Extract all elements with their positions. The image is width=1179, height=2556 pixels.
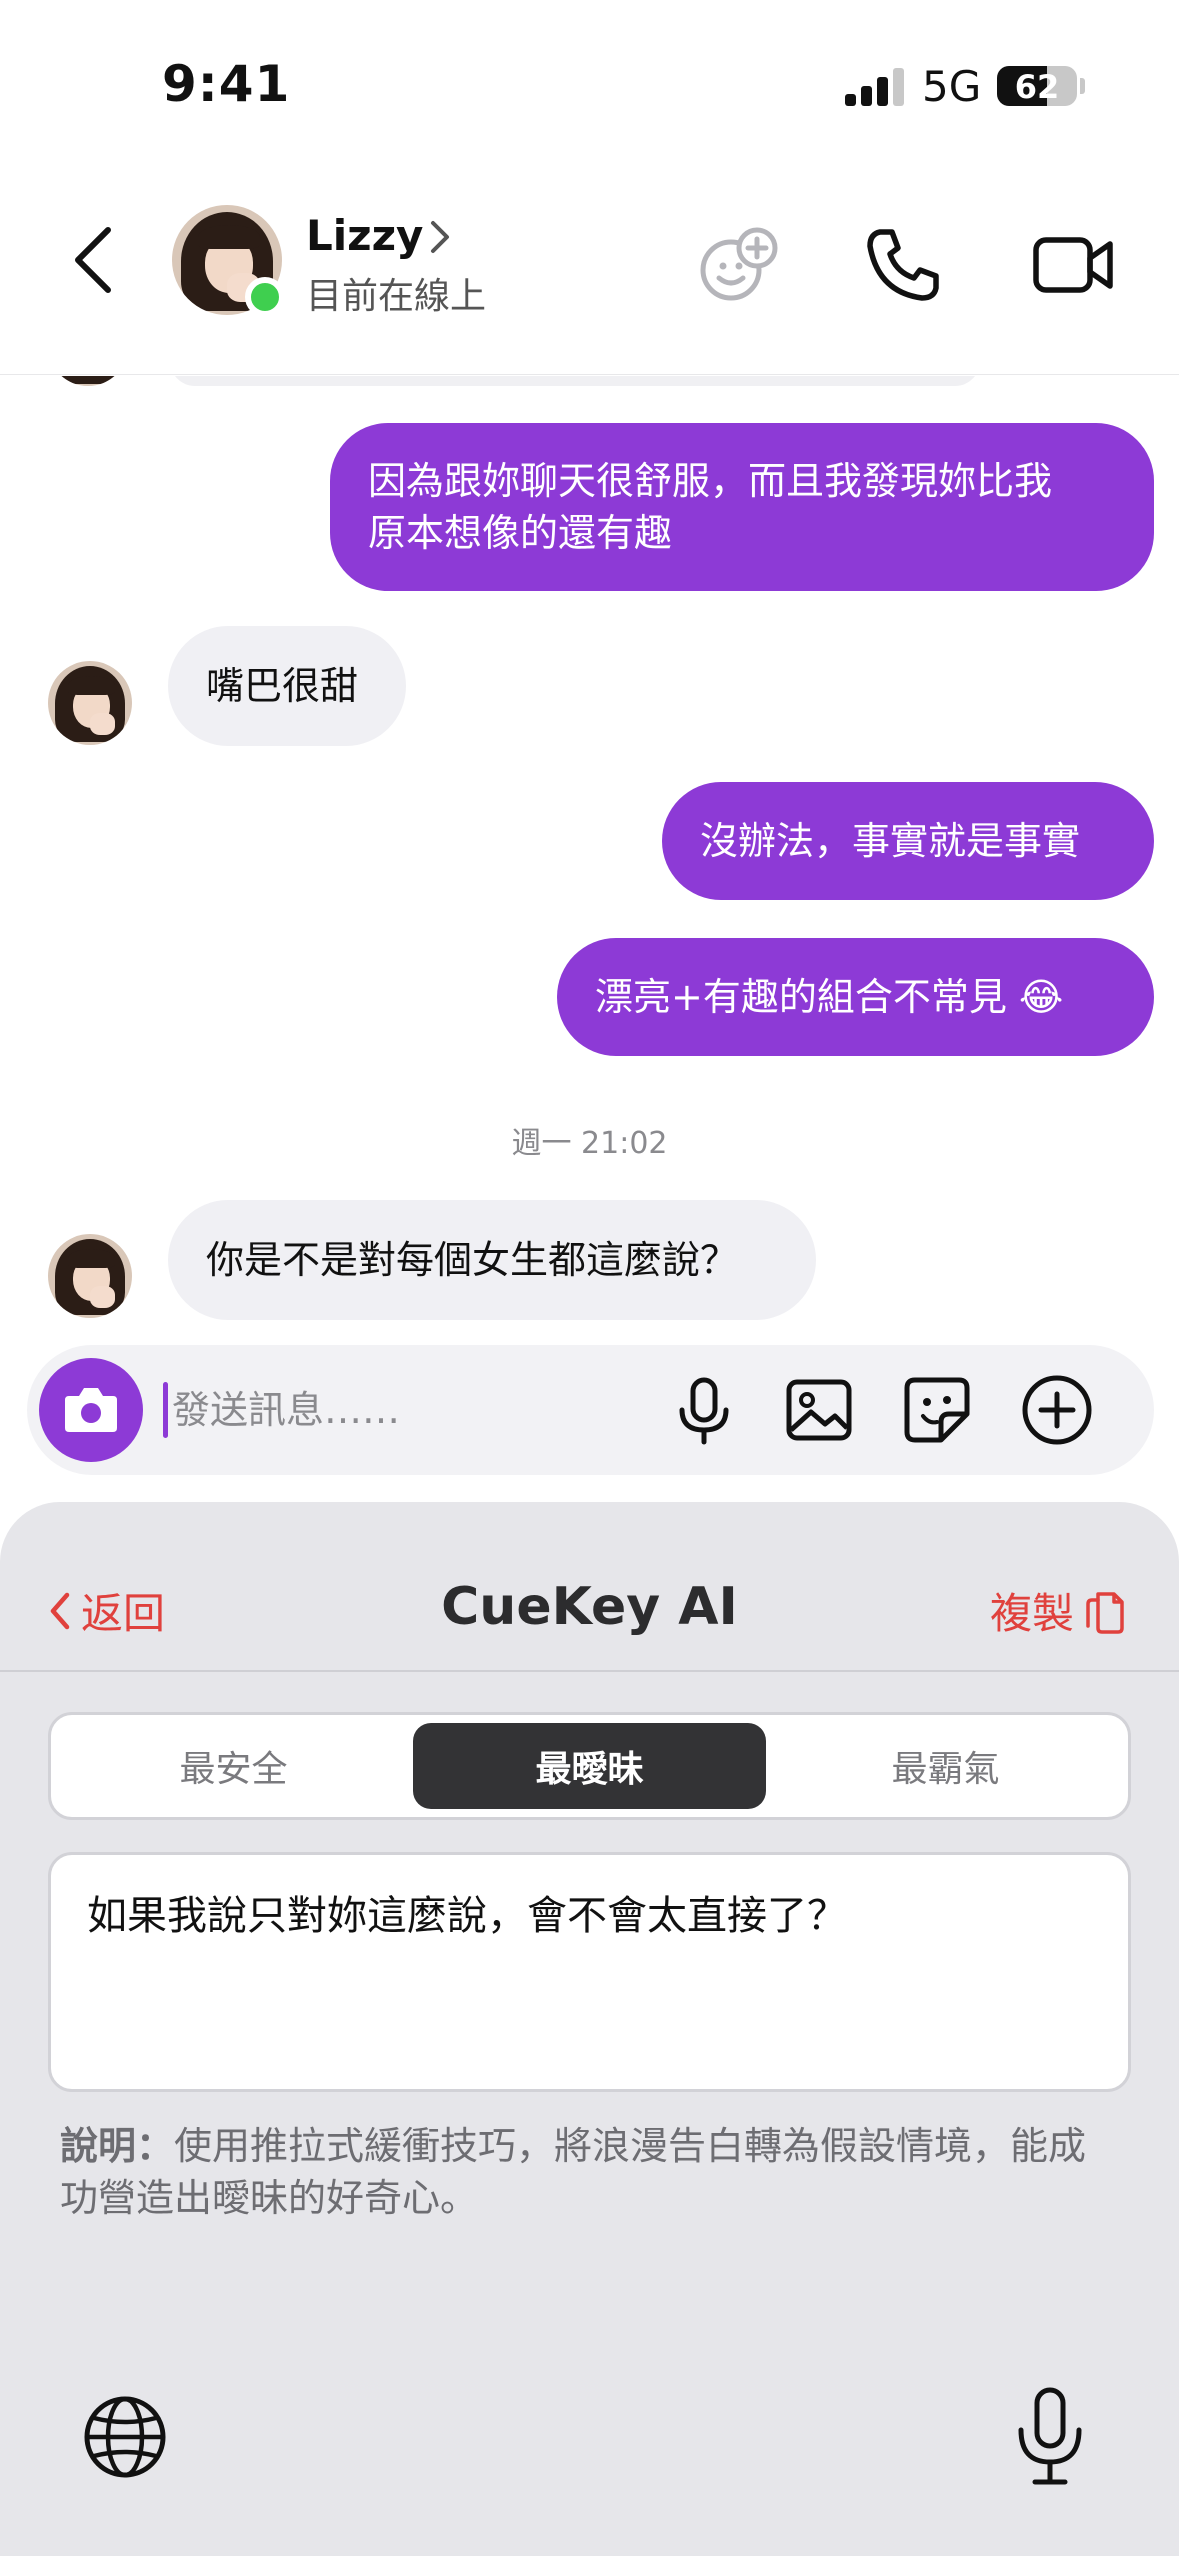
- sticker-icon[interactable]: [897, 1370, 977, 1450]
- status-time: 9:41: [162, 55, 291, 113]
- microphone-icon[interactable]: [664, 1370, 744, 1450]
- tab-flirtiest[interactable]: 最曖昧: [413, 1723, 766, 1809]
- cuekey-ai-panel: 返回 CueKey AI 複製 最安全 最曖昧 最霸氣 如果我說只對妳這麼說，會…: [0, 1502, 1179, 2556]
- partial-message-bubble: [170, 376, 980, 386]
- message-bubble-outgoing[interactable]: 沒辦法，事實就是事實: [662, 782, 1154, 900]
- message-bubble-outgoing[interactable]: 因為跟妳聊天很舒服，而且我發現妳比我 原本想像的還有趣: [330, 423, 1154, 591]
- message-text-line: 因為跟妳聊天很舒服，而且我發現妳比我: [368, 459, 1053, 503]
- message-bubble-incoming[interactable]: 嘴巴很甜: [168, 626, 406, 746]
- partial-contact-avatar: [48, 376, 128, 386]
- battery-tip: [1080, 78, 1085, 94]
- add-more-icon[interactable]: [1017, 1370, 1097, 1450]
- copy-button[interactable]: 複製: [990, 1580, 1128, 1641]
- globe-icon[interactable]: [80, 2392, 170, 2482]
- camera-button[interactable]: [39, 1358, 143, 1462]
- message-bubble-outgoing[interactable]: 漂亮+有趣的組合不常見 😂: [557, 938, 1154, 1056]
- copy-label: 複製: [990, 1589, 1075, 1638]
- message-list[interactable]: 因為跟妳聊天很舒服，而且我發現妳比我 原本想像的還有趣 嘴巴很甜 沒辦法，事實就…: [0, 376, 1179, 1326]
- message-timestamp: 週一 21:02: [511, 1126, 668, 1161]
- ai-panel-header: 返回 CueKey AI 複製: [0, 1502, 1179, 1672]
- online-indicator: [245, 277, 285, 317]
- message-composer: [27, 1345, 1154, 1475]
- image-gallery-icon[interactable]: [779, 1370, 859, 1450]
- message-text-line: 原本想像的還有趣: [368, 511, 673, 555]
- chat-header: Lizzy 目前在線上: [0, 175, 1179, 375]
- cellular-signal-icon: [845, 68, 905, 106]
- network-type: 5G: [922, 62, 982, 111]
- explanation: 說明：使用推拉式緩衝技巧，將浪漫告白轉為假設情境，能成功營造出曖昧的好奇心。: [60, 2120, 1120, 2224]
- suggested-reply[interactable]: 如果我說只對妳這麼說，會不會太直接了？: [48, 1852, 1131, 2092]
- phone-call-icon[interactable]: [858, 220, 948, 310]
- ai-emoji-sparkle-icon[interactable]: [695, 220, 785, 310]
- dictation-microphone-icon[interactable]: [1005, 2382, 1095, 2492]
- message-bubble-incoming[interactable]: 你是不是對每個女生都這麼說？: [168, 1200, 816, 1320]
- video-call-icon[interactable]: [1028, 220, 1118, 310]
- text-caret: [163, 1382, 168, 1438]
- battery-icon: 62: [997, 66, 1077, 106]
- back-button[interactable]: [60, 220, 130, 300]
- tab-boldest[interactable]: 最霸氣: [769, 1723, 1122, 1809]
- tone-segmented-control: 最安全 最曖昧 最霸氣: [48, 1712, 1131, 1820]
- chevron-left-icon: [75, 227, 111, 293]
- copy-icon: [1086, 1591, 1124, 1634]
- message-input[interactable]: [172, 1375, 652, 1445]
- explanation-text: 使用推拉式緩衝技巧，將浪漫告白轉為假設情境，能成功營造出曖昧的好奇心。: [60, 2124, 1087, 2220]
- contact-avatar-small[interactable]: [48, 661, 132, 745]
- contact-avatar-small[interactable]: [48, 1234, 132, 1318]
- contact-name[interactable]: Lizzy: [306, 211, 423, 260]
- tab-safest[interactable]: 最安全: [57, 1723, 410, 1809]
- battery-percent: 62: [1014, 68, 1060, 106]
- contact-status: 目前在線上: [306, 276, 487, 317]
- explanation-label: 說明：: [60, 2124, 175, 2168]
- chevron-right-icon[interactable]: [425, 217, 455, 257]
- camera-icon: [65, 1388, 117, 1432]
- status-bar: 9:41 5G 62: [0, 0, 1179, 160]
